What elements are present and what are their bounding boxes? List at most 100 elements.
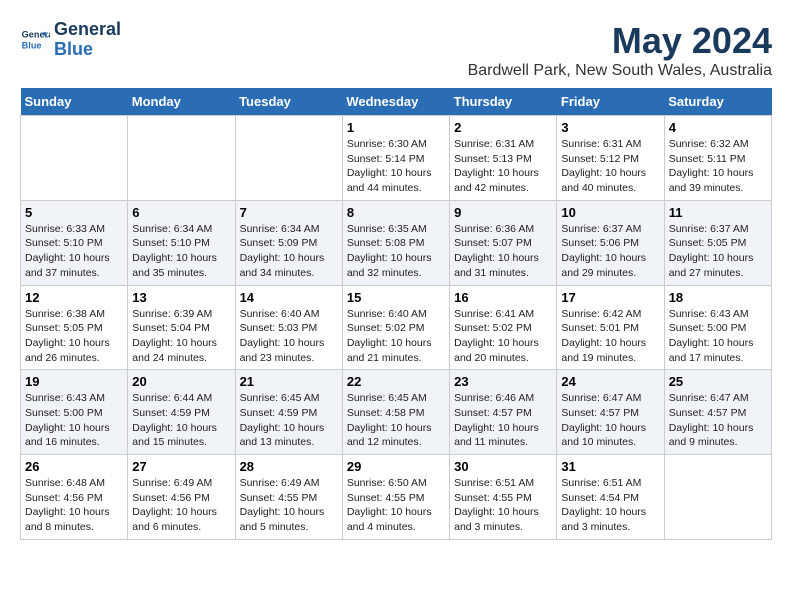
day-info: Sunrise: 6:32 AM Sunset: 5:11 PM Dayligh… <box>669 137 767 196</box>
day-number: 4 <box>669 120 767 135</box>
week-row-1: 1 Sunrise: 6:30 AM Sunset: 5:14 PM Daylig… <box>21 116 772 201</box>
day-info: Sunrise: 6:40 AM Sunset: 5:03 PM Dayligh… <box>240 307 338 366</box>
svg-text:Blue: Blue <box>22 40 42 50</box>
calendar-cell: 31Sunrise: 6:51 AM Sunset: 4:54 PM Dayli… <box>557 455 664 540</box>
day-info: Sunrise: 6:47 AM Sunset: 4:57 PM Dayligh… <box>669 391 767 450</box>
day-number: 16 <box>454 290 552 305</box>
calendar-cell: 15 Sunrise: 6:40 AM Sunset: 5:02 PM Dayli… <box>342 285 449 370</box>
calendar-cell <box>664 455 771 540</box>
col-header-thursday: Thursday <box>450 88 557 116</box>
day-info: Sunrise: 6:38 AM Sunset: 5:05 PM Dayligh… <box>25 307 123 366</box>
calendar-cell: 14Sunrise: 6:40 AM Sunset: 5:03 PM Dayli… <box>235 285 342 370</box>
header: General Blue General Blue May 2024 Bardw… <box>20 20 772 80</box>
title-block: May 2024 Bardwell Park, New South Wales,… <box>468 20 772 80</box>
day-number: 24 <box>561 374 659 389</box>
day-number: 5 <box>25 205 123 220</box>
calendar-cell: 4 Sunrise: 6:32 AM Sunset: 5:11 PM Daylig… <box>664 116 771 201</box>
day-number: 1 <box>347 120 445 135</box>
day-info: Sunrise: 6:46 AM Sunset: 4:57 PM Dayligh… <box>454 391 552 450</box>
logo-text: General Blue <box>54 20 121 60</box>
calendar-cell: 18 Sunrise: 6:43 AM Sunset: 5:00 PM Dayli… <box>664 285 771 370</box>
day-number: 3 <box>561 120 659 135</box>
calendar-cell: 11 Sunrise: 6:37 AM Sunset: 5:05 PM Dayli… <box>664 200 771 285</box>
day-info: Sunrise: 6:43 AM Sunset: 5:00 PM Dayligh… <box>669 307 767 366</box>
calendar-cell: 21 Sunrise: 6:45 AM Sunset: 4:59 PM Dayli… <box>235 370 342 455</box>
day-number: 6 <box>132 205 230 220</box>
day-info: Sunrise: 6:40 AM Sunset: 5:02 PM Dayligh… <box>347 307 445 366</box>
day-number: 15 <box>347 290 445 305</box>
day-info: Sunrise: 6:34 AM Sunset: 5:09 PM Dayligh… <box>240 222 338 281</box>
calendar-cell: 27 Sunrise: 6:49 AM Sunset: 4:56 PM Dayli… <box>128 455 235 540</box>
week-row-3: 12Sunrise: 6:38 AM Sunset: 5:05 PM Dayli… <box>21 285 772 370</box>
calendar-cell <box>128 116 235 201</box>
calendar-cell: 23 Sunrise: 6:46 AM Sunset: 4:57 PM Dayli… <box>450 370 557 455</box>
day-number: 11 <box>669 205 767 220</box>
week-row-4: 19 Sunrise: 6:43 AM Sunset: 5:00 PM Dayli… <box>21 370 772 455</box>
day-number: 19 <box>25 374 123 389</box>
day-info: Sunrise: 6:31 AM Sunset: 5:12 PM Dayligh… <box>561 137 659 196</box>
day-number: 18 <box>669 290 767 305</box>
day-info: Sunrise: 6:47 AM Sunset: 4:57 PM Dayligh… <box>561 391 659 450</box>
day-info: Sunrise: 6:49 AM Sunset: 4:56 PM Dayligh… <box>132 476 230 535</box>
col-header-friday: Friday <box>557 88 664 116</box>
main-title: May 2024 <box>468 20 772 62</box>
day-number: 8 <box>347 205 445 220</box>
calendar-cell: 5 Sunrise: 6:33 AM Sunset: 5:10 PM Daylig… <box>21 200 128 285</box>
day-info: Sunrise: 6:43 AM Sunset: 5:00 PM Dayligh… <box>25 391 123 450</box>
calendar-cell: 6 Sunrise: 6:34 AM Sunset: 5:10 PM Daylig… <box>128 200 235 285</box>
day-number: 2 <box>454 120 552 135</box>
col-header-saturday: Saturday <box>664 88 771 116</box>
day-number: 23 <box>454 374 552 389</box>
day-number: 9 <box>454 205 552 220</box>
calendar-cell: 16 Sunrise: 6:41 AM Sunset: 5:02 PM Dayli… <box>450 285 557 370</box>
calendar-cell: 29 Sunrise: 6:50 AM Sunset: 4:55 PM Dayli… <box>342 455 449 540</box>
day-number: 17 <box>561 290 659 305</box>
day-number: 28 <box>240 459 338 474</box>
col-header-sunday: Sunday <box>21 88 128 116</box>
calendar-cell <box>235 116 342 201</box>
day-number: 31 <box>561 459 659 474</box>
calendar-cell: 30 Sunrise: 6:51 AM Sunset: 4:55 PM Dayli… <box>450 455 557 540</box>
day-info: Sunrise: 6:50 AM Sunset: 4:55 PM Dayligh… <box>347 476 445 535</box>
calendar-cell: 28Sunrise: 6:49 AM Sunset: 4:55 PM Dayli… <box>235 455 342 540</box>
calendar-cell: 24 Sunrise: 6:47 AM Sunset: 4:57 PM Dayli… <box>557 370 664 455</box>
calendar-cell: 25Sunrise: 6:47 AM Sunset: 4:57 PM Dayli… <box>664 370 771 455</box>
day-info: Sunrise: 6:37 AM Sunset: 5:05 PM Dayligh… <box>669 222 767 281</box>
col-header-wednesday: Wednesday <box>342 88 449 116</box>
logo: General Blue General Blue <box>20 20 121 60</box>
day-number: 29 <box>347 459 445 474</box>
calendar-cell: 12Sunrise: 6:38 AM Sunset: 5:05 PM Dayli… <box>21 285 128 370</box>
day-info: Sunrise: 6:45 AM Sunset: 4:59 PM Dayligh… <box>240 391 338 450</box>
day-info: Sunrise: 6:31 AM Sunset: 5:13 PM Dayligh… <box>454 137 552 196</box>
col-header-monday: Monday <box>128 88 235 116</box>
day-info: Sunrise: 6:36 AM Sunset: 5:07 PM Dayligh… <box>454 222 552 281</box>
col-header-tuesday: Tuesday <box>235 88 342 116</box>
calendar-cell: 19 Sunrise: 6:43 AM Sunset: 5:00 PM Dayli… <box>21 370 128 455</box>
header-row: SundayMondayTuesdayWednesdayThursdayFrid… <box>21 88 772 116</box>
logo-icon: General Blue <box>20 25 50 55</box>
calendar-cell: 1 Sunrise: 6:30 AM Sunset: 5:14 PM Daylig… <box>342 116 449 201</box>
day-number: 30 <box>454 459 552 474</box>
day-info: Sunrise: 6:33 AM Sunset: 5:10 PM Dayligh… <box>25 222 123 281</box>
day-info: Sunrise: 6:37 AM Sunset: 5:06 PM Dayligh… <box>561 222 659 281</box>
calendar-cell: 7Sunrise: 6:34 AM Sunset: 5:09 PM Daylig… <box>235 200 342 285</box>
day-number: 21 <box>240 374 338 389</box>
calendar-cell: 17 Sunrise: 6:42 AM Sunset: 5:01 PM Dayli… <box>557 285 664 370</box>
subtitle: Bardwell Park, New South Wales, Australi… <box>468 62 772 80</box>
day-info: Sunrise: 6:35 AM Sunset: 5:08 PM Dayligh… <box>347 222 445 281</box>
day-info: Sunrise: 6:42 AM Sunset: 5:01 PM Dayligh… <box>561 307 659 366</box>
day-info: Sunrise: 6:30 AM Sunset: 5:14 PM Dayligh… <box>347 137 445 196</box>
calendar-cell: 13Sunrise: 6:39 AM Sunset: 5:04 PM Dayli… <box>128 285 235 370</box>
day-number: 27 <box>132 459 230 474</box>
day-info: Sunrise: 6:51 AM Sunset: 4:55 PM Dayligh… <box>454 476 552 535</box>
day-number: 10 <box>561 205 659 220</box>
calendar-cell: 2 Sunrise: 6:31 AM Sunset: 5:13 PM Daylig… <box>450 116 557 201</box>
calendar-cell: 8 Sunrise: 6:35 AM Sunset: 5:08 PM Daylig… <box>342 200 449 285</box>
day-info: Sunrise: 6:34 AM Sunset: 5:10 PM Dayligh… <box>132 222 230 281</box>
day-info: Sunrise: 6:41 AM Sunset: 5:02 PM Dayligh… <box>454 307 552 366</box>
calendar-cell: 20Sunrise: 6:44 AM Sunset: 4:59 PM Dayli… <box>128 370 235 455</box>
day-number: 22 <box>347 374 445 389</box>
day-number: 26 <box>25 459 123 474</box>
day-number: 20 <box>132 374 230 389</box>
calendar-cell: 22Sunrise: 6:45 AM Sunset: 4:58 PM Dayli… <box>342 370 449 455</box>
